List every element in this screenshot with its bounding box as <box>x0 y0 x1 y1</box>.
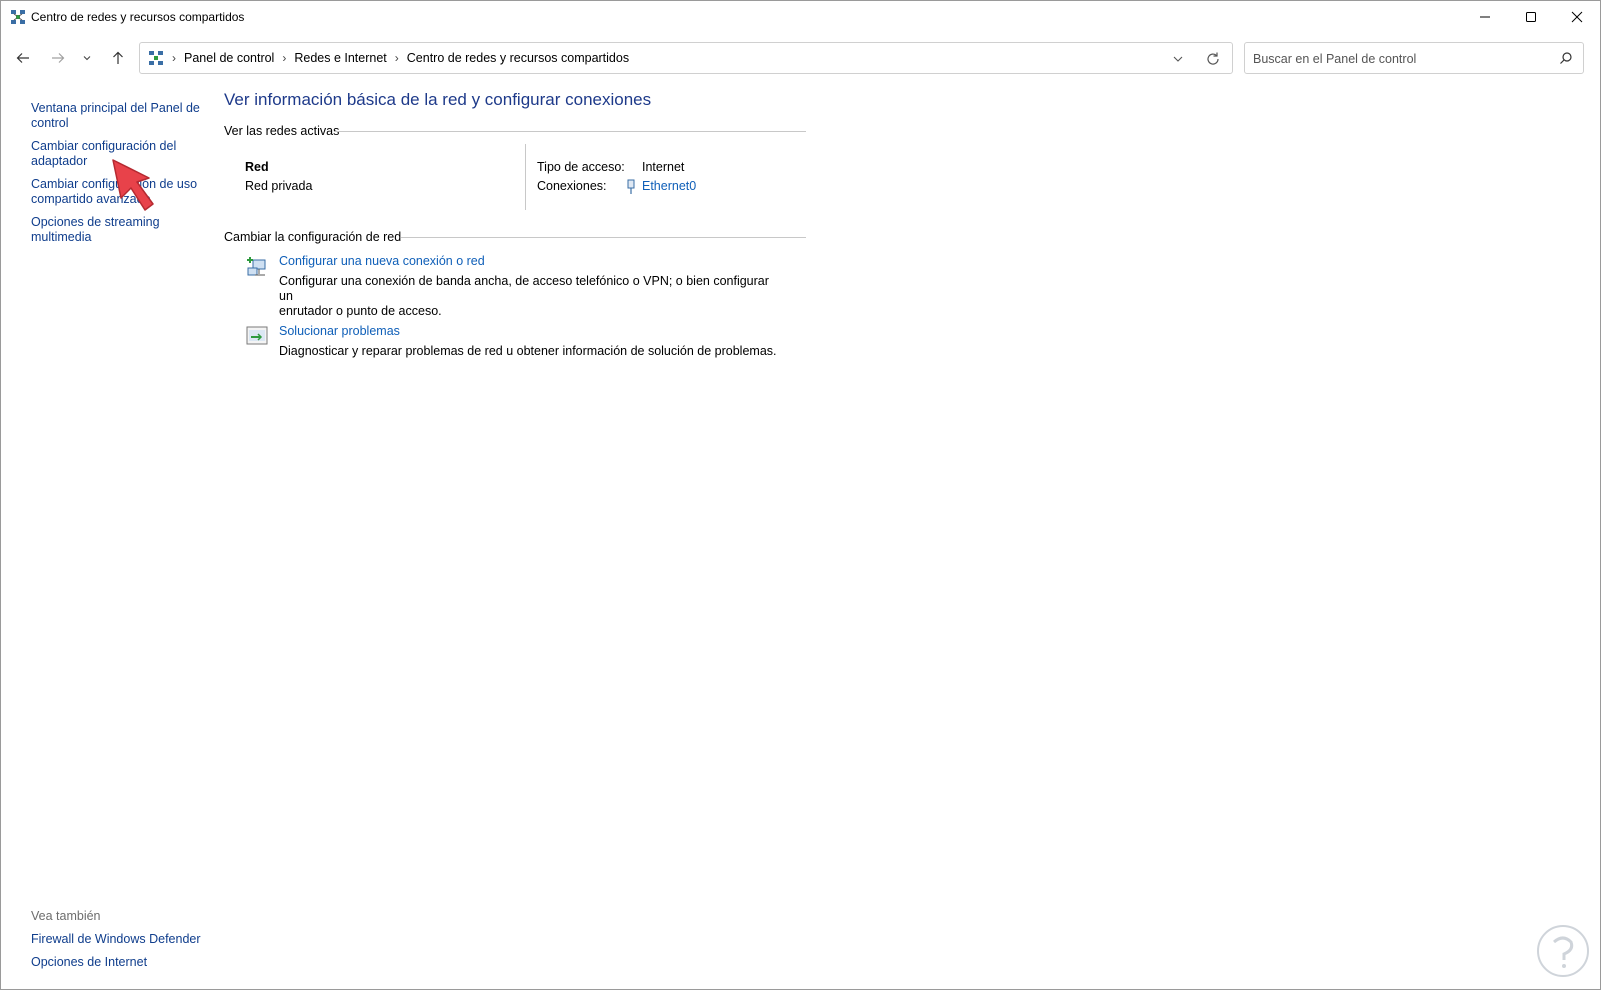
search-box[interactable] <box>1244 42 1584 74</box>
section-divider <box>401 237 806 238</box>
close-icon <box>1571 11 1583 23</box>
new-connection-icon <box>247 257 266 276</box>
search-input[interactable] <box>1251 49 1545 69</box>
title-bar[interactable]: Centro de redes y recursos compartidos <box>1 1 1600 33</box>
chevron-down-icon <box>83 56 91 61</box>
description-line: enrutador o punto de acceso. <box>279 304 442 318</box>
breadcrumb-separator-icon[interactable]: › <box>393 51 401 65</box>
network-info-divider <box>525 144 526 210</box>
change-network-settings-heading: Cambiar la configuración de red <box>224 230 402 244</box>
control-panel-window: Centro de redes y recursos compartidos ›… <box>0 0 1601 990</box>
breadcrumb: › Panel de control › Redes e Internet › … <box>170 43 635 73</box>
minimize-button[interactable] <box>1462 1 1508 33</box>
site-logo-icon <box>1537 925 1589 977</box>
close-button[interactable] <box>1554 1 1600 33</box>
minimize-icon <box>1480 16 1490 18</box>
access-type-value: Internet <box>642 160 685 174</box>
network-name: Red <box>245 160 269 174</box>
recent-locations-button[interactable] <box>79 47 95 69</box>
back-button[interactable] <box>12 47 34 69</box>
refresh-icon[interactable] <box>1204 50 1222 68</box>
network-profile-type: Red privada <box>245 179 313 193</box>
arrow-right-icon <box>52 53 65 63</box>
breadcrumb-item[interactable]: Centro de redes y recursos compartidos <box>401 51 635 65</box>
forward-button[interactable] <box>47 47 69 69</box>
window-title: Centro de redes y recursos compartidos <box>31 10 245 24</box>
troubleshoot-problems-link[interactable]: Solucionar problemas <box>279 324 400 338</box>
arrow-left-icon <box>16 53 29 63</box>
setup-new-connection-description: Configurar una conexión de banda ancha, … <box>279 274 779 319</box>
troubleshoot-icon <box>246 326 268 345</box>
internet-options-link[interactable]: Opciones de Internet <box>31 955 147 969</box>
page-title: Ver información básica de la red y confi… <box>224 90 652 109</box>
section-divider <box>335 131 806 132</box>
setup-new-connection-link[interactable]: Configurar una nueva conexión o red <box>279 254 485 268</box>
description-line: Configurar una conexión de banda ancha, … <box>279 274 769 303</box>
windows-defender-firewall-link[interactable]: Firewall de Windows Defender <box>31 932 201 946</box>
chevron-down-icon[interactable] <box>1170 51 1186 67</box>
active-networks-heading: Ver las redes activas <box>224 124 340 138</box>
see-also-heading: Vea también <box>31 909 101 923</box>
search-icon[interactable] <box>1559 51 1573 65</box>
breadcrumb-item[interactable]: Redes e Internet <box>288 51 392 65</box>
access-type-label: Tipo de acceso: <box>537 160 625 174</box>
network-center-icon <box>11 10 25 24</box>
media-streaming-options-link[interactable]: Opciones de streaming multimedia <box>31 215 201 245</box>
breadcrumb-item[interactable]: Panel de control <box>178 51 280 65</box>
maximize-icon <box>1526 12 1536 22</box>
arrow-up-icon <box>113 51 123 64</box>
troubleshoot-description: Diagnosticar y reparar problemas de red … <box>279 344 777 358</box>
control-panel-icon <box>149 51 163 65</box>
ethernet0-link[interactable]: Ethernet0 <box>642 179 696 193</box>
control-panel-home-link[interactable]: Ventana principal del Panel de control <box>31 101 201 131</box>
breadcrumb-separator-icon[interactable]: › <box>280 51 288 65</box>
annotation-arrow-icon <box>112 159 154 211</box>
ethernet-icon <box>627 179 635 194</box>
maximize-button[interactable] <box>1508 1 1554 33</box>
breadcrumb-separator-icon[interactable]: › <box>170 51 178 65</box>
up-button[interactable] <box>107 47 129 69</box>
address-bar[interactable]: › Panel de control › Redes e Internet › … <box>139 42 1233 74</box>
connections-label: Conexiones: <box>537 179 607 193</box>
